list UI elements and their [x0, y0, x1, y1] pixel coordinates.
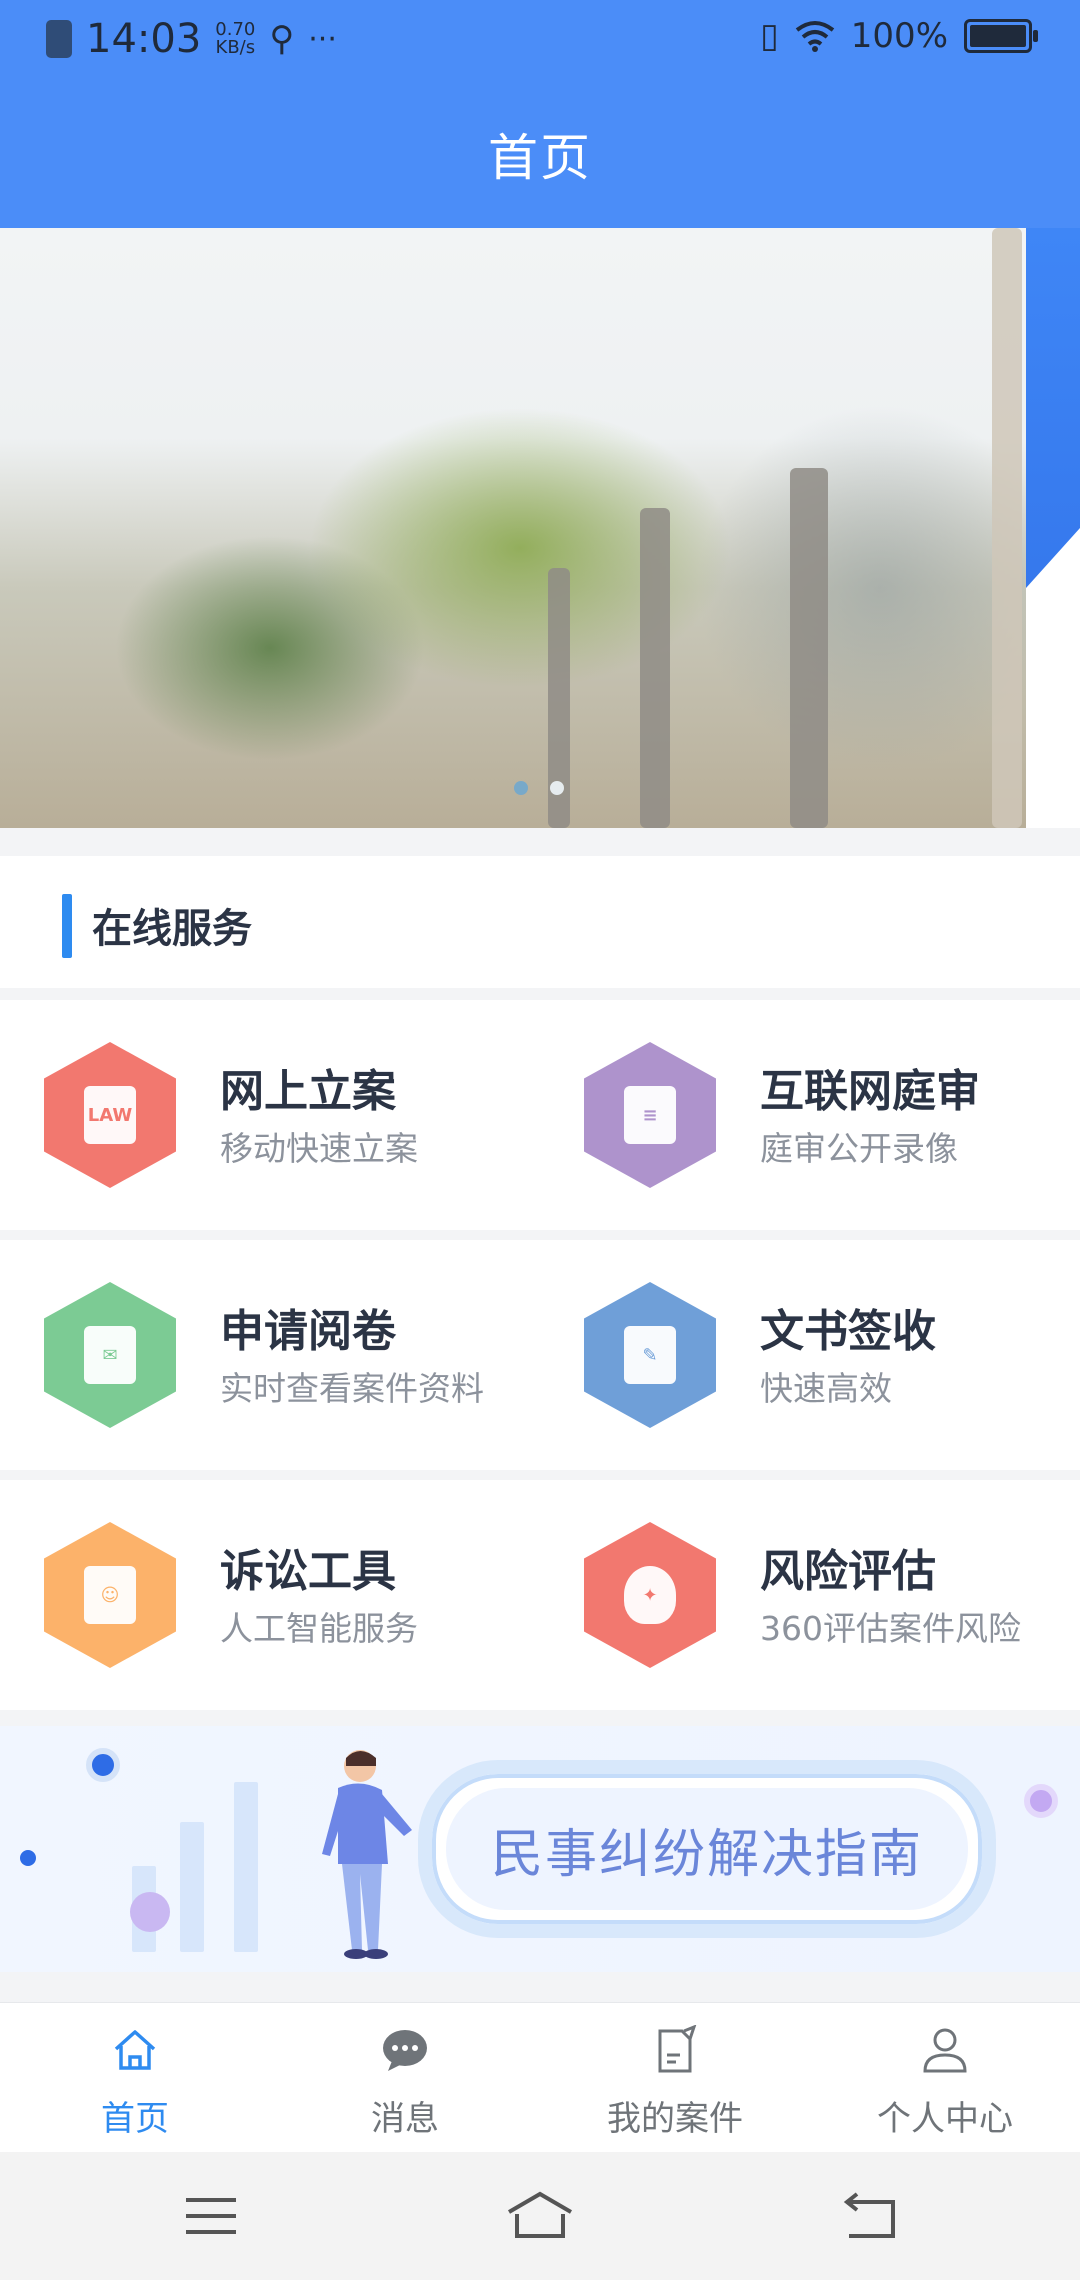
service-row-3: ☺ 诉讼工具 人工智能服务 ✦ 风险评估 360评估案件风险 [0, 1480, 1080, 1710]
menu-icon[interactable] [176, 2186, 246, 2246]
banner-carousel[interactable] [0, 228, 1080, 828]
status-bar: 14:03 0.70 KB/s ⚲ ··· ▯ 100% [0, 0, 1080, 86]
service-row-2: ✉ 申请阅卷 实时查看案件资料 ✎ 文书签收 快速高效 [0, 1240, 1080, 1470]
bottom-navigation: 首页 消息 我的案件 个人中心 [0, 2002, 1080, 2153]
money-bag-icon: ✦ [584, 1522, 716, 1668]
page-title: 首页 [488, 129, 592, 187]
service-litigation-tools[interactable]: ☺ 诉讼工具 人工智能服务 [0, 1480, 540, 1710]
service-document-receipt[interactable]: ✎ 文书签收 快速高效 [540, 1240, 1080, 1470]
vibrate-icon: ▯ [760, 16, 779, 56]
section-title: 在线服务 [92, 906, 252, 952]
service-row-1: LAW 网上立案 移动快速立案 ≡ 互联网庭审 庭审公开录像 [0, 1000, 1080, 1230]
guide-title: 民事纠纷解决指南 [446, 1788, 968, 1910]
law-document-icon: LAW [44, 1042, 176, 1188]
home-button-icon[interactable] [505, 2186, 575, 2246]
status-time: 14:03 [86, 16, 202, 62]
system-navigation-bar [0, 2152, 1080, 2280]
more-notifications-icon: ··· [308, 21, 337, 57]
banner-image [0, 228, 1026, 828]
network-speed: 0.70 KB/s [215, 19, 256, 58]
nav-messages[interactable]: 消息 [270, 2003, 540, 2153]
person-illustration [322, 1750, 412, 1959]
envelope-icon: ✉ [44, 1282, 176, 1428]
home-icon [114, 2030, 156, 2070]
sim-card-icon [46, 20, 72, 58]
back-icon[interactable] [835, 2186, 905, 2246]
list-document-icon: ≡ [584, 1042, 716, 1188]
carousel-dot-2[interactable] [550, 781, 564, 795]
edit-document-icon: ✎ [584, 1282, 716, 1428]
nav-personal-center[interactable]: 个人中心 [810, 2003, 1080, 2153]
carousel-dot-1[interactable] [514, 781, 528, 795]
person-tool-icon: ☺ [44, 1522, 176, 1668]
battery-icon [964, 19, 1038, 53]
usb-icon: ⚲ [269, 19, 295, 59]
nav-my-cases[interactable]: 我的案件 [540, 2003, 810, 2153]
person-icon [923, 2028, 967, 2073]
service-risk-assessment[interactable]: ✦ 风险评估 360评估案件风险 [540, 1480, 1080, 1710]
online-service-section-header: 在线服务 [0, 856, 1080, 988]
service-internet-trial[interactable]: ≡ 互联网庭审 庭审公开录像 [540, 1000, 1080, 1230]
service-online-filing[interactable]: LAW 网上立案 移动快速立案 [0, 1000, 540, 1230]
wifi-icon [795, 21, 835, 52]
message-icon [383, 2030, 427, 2071]
dispute-guide-banner[interactable]: 民事纠纷解决指南 [0, 1726, 1080, 1972]
battery-percent: 100% [850, 16, 948, 56]
case-document-icon [658, 2025, 697, 2073]
nav-home[interactable]: 首页 [0, 2003, 270, 2153]
guide-pill: 民事纠纷解决指南 [418, 1760, 996, 1938]
service-apply-file-review[interactable]: ✉ 申请阅卷 实时查看案件资料 [0, 1240, 540, 1470]
section-accent-bar [62, 894, 72, 958]
